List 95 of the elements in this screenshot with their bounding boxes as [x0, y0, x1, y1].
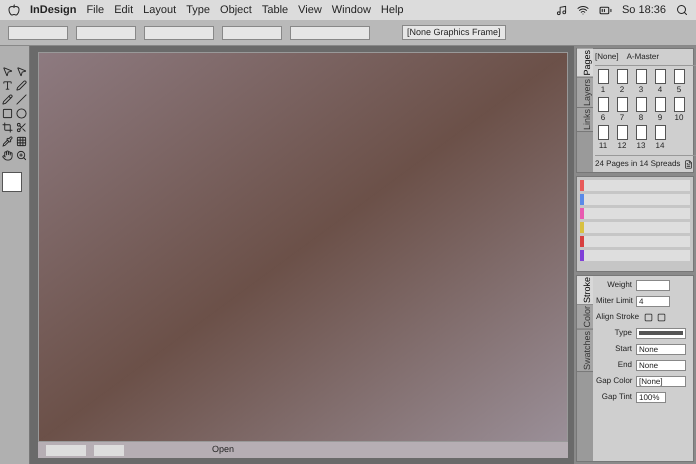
- tool-icon[interactable]: [16, 122, 27, 133]
- page-number: 11: [598, 140, 608, 152]
- menu-clock[interactable]: So 18:36: [622, 2, 666, 18]
- fill-stroke-swatch-icon[interactable]: [2, 172, 22, 192]
- y-field[interactable]: [76, 26, 136, 40]
- page-number: 10: [674, 112, 684, 124]
- page-number: 13: [636, 140, 646, 152]
- panel-tab[interactable]: Links: [577, 108, 593, 132]
- page-number: 9: [658, 112, 662, 124]
- menu-item[interactable]: View: [298, 2, 322, 18]
- stroke-type-select[interactable]: [636, 328, 686, 338]
- page-thumbnail[interactable]: [654, 69, 666, 84]
- panel-tab[interactable]: Swatches: [577, 330, 593, 372]
- stroke-weight-field[interactable]: [290, 26, 370, 40]
- page-number: 5: [676, 84, 682, 96]
- page-number: 12: [618, 140, 626, 152]
- master-page[interactable]: [None]: [595, 51, 619, 63]
- tool-icon[interactable]: [2, 80, 13, 91]
- menu-item[interactable]: Edit: [114, 2, 134, 18]
- tool-icon[interactable]: [16, 108, 27, 119]
- select-field[interactable]: None: [636, 360, 686, 370]
- gap-tint-field[interactable]: 100%: [636, 392, 666, 402]
- tool-icon[interactable]: [2, 66, 13, 77]
- page-thumbnail[interactable]: [616, 69, 628, 84]
- tool-icon[interactable]: [2, 150, 13, 161]
- object-style-select[interactable]: [None Graphics Frame]: [402, 25, 506, 40]
- tool-icon[interactable]: [2, 94, 13, 105]
- music-icon[interactable]: [556, 4, 567, 16]
- field-label: Weight: [606, 279, 632, 291]
- rotation-field[interactable]: [222, 26, 282, 40]
- field-label: Gap Tint: [600, 391, 632, 403]
- pages-summary: 24 Pages in 14 Spreads: [595, 158, 680, 170]
- menu-item[interactable]: Table: [262, 2, 288, 18]
- status-text: Open: [212, 443, 234, 456]
- field-label: Type: [614, 327, 632, 339]
- page-number: 8: [638, 112, 644, 124]
- battery-icon[interactable]: [598, 4, 612, 16]
- apple-icon[interactable]: [8, 4, 20, 16]
- page-thumbnail[interactable]: [636, 125, 646, 140]
- page-number: 6: [600, 112, 606, 124]
- page-thumbnail[interactable]: [598, 69, 608, 84]
- page-thumbnail[interactable]: [598, 125, 608, 140]
- page-thumbnail[interactable]: [674, 97, 684, 112]
- tool-icon[interactable]: [2, 122, 13, 133]
- page-number: 7: [620, 112, 624, 124]
- list-row[interactable]: [580, 236, 690, 247]
- x-field[interactable]: [8, 26, 68, 40]
- page-thumbnail[interactable]: [654, 97, 666, 112]
- page-number: 2: [620, 84, 624, 96]
- tool-icon[interactable]: [16, 94, 27, 105]
- search-icon[interactable]: [676, 4, 688, 16]
- page-thumbnail[interactable]: [636, 69, 646, 84]
- page-number: 1: [600, 84, 606, 96]
- menu-item[interactable]: Type: [186, 2, 210, 18]
- tool-icon[interactable]: [2, 108, 13, 119]
- list-row[interactable]: [580, 250, 690, 261]
- field-label: Miter Limit: [596, 295, 632, 307]
- page-number: 14: [656, 140, 664, 152]
- field-label: Gap Color: [596, 375, 632, 387]
- page-thumbnail[interactable]: [616, 97, 628, 112]
- gap-color-select[interactable]: [None]: [636, 376, 686, 386]
- page-thumbnail[interactable]: [674, 69, 684, 84]
- menu-item[interactable]: Layout: [143, 2, 176, 18]
- tool-icon[interactable]: [16, 66, 27, 77]
- panel-tab[interactable]: Layers: [577, 78, 593, 108]
- miter-limit-field[interactable]: 4: [636, 296, 670, 306]
- panel-tab[interactable]: Stroke: [577, 276, 593, 306]
- master-page[interactable]: A-Master: [626, 51, 660, 63]
- list-row[interactable]: [580, 180, 690, 191]
- menu-item[interactable]: Help: [380, 2, 404, 18]
- page-thumbnail[interactable]: [636, 97, 646, 112]
- page-thumbnail[interactable]: [598, 97, 608, 112]
- tool-icon[interactable]: [16, 136, 27, 147]
- field-label: Start: [614, 343, 632, 355]
- page-field[interactable]: [94, 444, 124, 456]
- select-field[interactable]: None: [636, 344, 686, 354]
- tool-icon[interactable]: [16, 80, 27, 91]
- menu-item[interactable]: File: [86, 2, 104, 18]
- page-thumbnail[interactable]: [616, 125, 628, 140]
- app-menu[interactable]: InDesign: [30, 2, 76, 18]
- weight-field[interactable]: [636, 280, 670, 290]
- page-thumbnail[interactable]: [654, 125, 666, 140]
- menu-item[interactable]: Object: [220, 2, 252, 18]
- zoom-field[interactable]: [46, 444, 86, 456]
- panel-tab[interactable]: Pages: [577, 49, 593, 78]
- page-number: 4: [658, 84, 662, 96]
- panel-tab[interactable]: Color: [577, 305, 593, 330]
- field-label: Align Stroke: [596, 311, 640, 323]
- field-label: End: [616, 359, 632, 371]
- page-number: 3: [638, 84, 644, 96]
- tool-icon[interactable]: [2, 136, 13, 147]
- tool-icon[interactable]: [16, 150, 27, 161]
- menu-item[interactable]: Window: [332, 2, 371, 18]
- new-page-icon[interactable]: [684, 160, 694, 168]
- width-field[interactable]: [144, 26, 214, 40]
